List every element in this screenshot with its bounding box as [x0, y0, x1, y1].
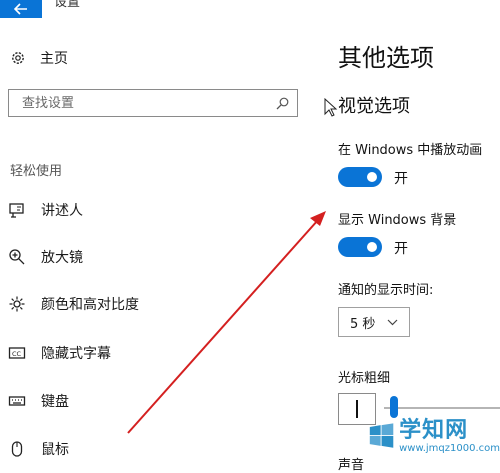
- annotation-arrow: [127, 211, 326, 434]
- watermark-url: www.jmqz1000.com: [399, 443, 500, 454]
- mouse-pointer-icon: [324, 98, 338, 117]
- watermark-title: 学知网: [399, 418, 469, 443]
- watermark-logo-icon: [369, 423, 394, 448]
- watermark: 学知网 www.jmqz1000.com: [368, 418, 500, 467]
